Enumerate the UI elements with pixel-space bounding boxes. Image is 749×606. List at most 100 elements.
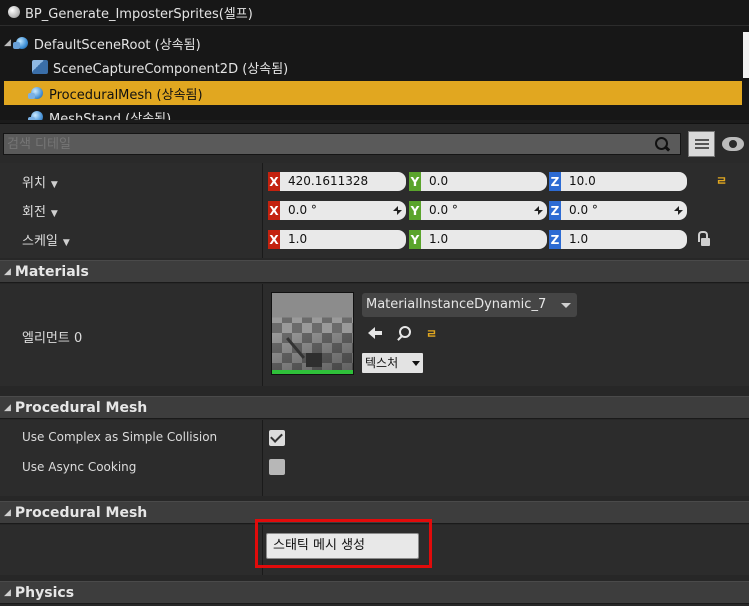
- tree-item-mesh-stand[interactable]: MeshStand (상속됨): [28, 105, 171, 120]
- scale-label-text: 스케일: [22, 234, 58, 249]
- physics-section-header[interactable]: ◢ Physics: [0, 581, 749, 604]
- materials-block: 엘리먼트 0 MaterialInstanceDynamic_7 ㄹ 텍스처: [0, 284, 749, 386]
- scale-y-field[interactable]: 1.0: [421, 230, 547, 249]
- rotation-label[interactable]: 회전 ▼: [22, 201, 58, 220]
- material-thumbnail[interactable]: [271, 292, 354, 375]
- rotation-z[interactable]: Z 0.0 °: [549, 201, 687, 220]
- search-details-input[interactable]: [3, 133, 681, 155]
- scene-capture-icon: [32, 60, 48, 74]
- scale-x-field[interactable]: 1.0: [280, 230, 406, 249]
- tree-item-procedural-mesh[interactable]: ProceduralMesh (상속됨): [4, 81, 742, 105]
- reset-to-default-icon[interactable]: ㄹ: [716, 175, 728, 187]
- collapse-arrow-icon: ◢: [4, 587, 11, 598]
- scene-root-icon: [12, 36, 29, 50]
- materials-section-header[interactable]: ◢ Materials: [0, 260, 749, 283]
- reset-to-default-icon[interactable]: ㄹ: [426, 328, 438, 340]
- lock-icon[interactable]: [697, 231, 711, 247]
- rotation-y[interactable]: Y 0.0 °: [409, 201, 547, 220]
- material-type-bar: [272, 370, 353, 374]
- location-label-text: 위치: [22, 176, 46, 191]
- list-icon-line: [695, 143, 709, 145]
- tree-item-label: MeshStand (상속됨): [49, 111, 172, 121]
- rotation-y-field[interactable]: 0.0 °: [421, 201, 547, 220]
- tree-item-default-scene-root[interactable]: ◢ DefaultSceneRoot (상속됨): [4, 31, 201, 55]
- chevron-down-icon: [412, 361, 420, 366]
- scale-x[interactable]: X 1.0: [268, 230, 406, 249]
- search-icon[interactable]: [653, 135, 673, 155]
- procedural-mesh-icon: [28, 86, 44, 100]
- list-icon-line: [695, 147, 709, 149]
- browse-search-icon[interactable]: [396, 325, 412, 341]
- scale-y[interactable]: Y 1.0: [409, 230, 547, 249]
- tree-item-blueprint-self[interactable]: BP_Generate_ImposterSprites(셀프): [8, 0, 253, 24]
- location-x[interactable]: X 420.1611328: [268, 172, 406, 191]
- axis-x-tag: X: [268, 230, 280, 249]
- location-y-field[interactable]: 0.0: [421, 172, 547, 191]
- axis-x-tag: X: [268, 201, 280, 220]
- rotation-label-text: 회전: [22, 205, 46, 220]
- rotation-z-field[interactable]: 0.0 °: [561, 201, 687, 220]
- use-complex-collision-label: Use Complex as Simple Collision: [22, 430, 218, 444]
- use-async-cooking-checkbox[interactable]: [269, 459, 285, 475]
- collapse-arrow-icon: ◢: [4, 266, 11, 277]
- location-x-field[interactable]: 420.1611328: [280, 172, 406, 191]
- axis-z-tag: Z: [549, 172, 561, 191]
- chevron-down-icon: ▼: [50, 209, 58, 219]
- axis-x-tag: X: [268, 172, 280, 191]
- location-z-field[interactable]: 10.0: [561, 172, 687, 191]
- rotation-x-field[interactable]: 0.0 °: [280, 201, 406, 220]
- tree-scrollbar[interactable]: [743, 32, 749, 78]
- white-sphere-icon: [8, 6, 20, 18]
- procedural-mesh-2-header-text: Procedural Mesh: [14, 504, 148, 521]
- spin-arrows-icon[interactable]: [393, 206, 402, 215]
- collapse-arrow-icon: ◢: [4, 402, 11, 413]
- spin-arrows-icon[interactable]: [674, 206, 683, 215]
- chevron-down-icon: [561, 303, 571, 308]
- axis-z-tag: Z: [549, 230, 561, 249]
- physics-header-text: Physics: [14, 584, 75, 601]
- view-options-button[interactable]: [688, 131, 715, 157]
- chevron-down-icon: ▼: [62, 238, 70, 248]
- use-async-cooking-label: Use Async Cooking: [22, 460, 137, 474]
- tree-item-label: ProceduralMesh (상속됨): [49, 87, 203, 103]
- chevron-down-icon: ▼: [50, 180, 58, 190]
- location-label[interactable]: 위치 ▼: [22, 172, 58, 191]
- tree-item-label: SceneCaptureComponent2D (상속됨): [53, 61, 289, 77]
- column-divider: [262, 284, 263, 386]
- material-name: MaterialInstanceDynamic_7: [366, 297, 547, 312]
- mesh-stand-icon: [28, 110, 44, 120]
- procedural-mesh-header-text: Procedural Mesh: [14, 399, 148, 416]
- axis-y-tag: Y: [409, 201, 421, 220]
- expand-arrow-icon[interactable]: ◢: [4, 38, 11, 48]
- collapse-arrow-icon: ◢: [4, 507, 11, 518]
- transform-block: 위치 ▼ X 420.1611328 Y 0.0 Z 10.0 ㄹ 회전 ▼ X 0…: [0, 163, 749, 258]
- procedural-mesh-block: Use Complex as Simple Collision Use Asyn…: [0, 420, 749, 496]
- scale-label[interactable]: 스케일 ▼: [22, 230, 70, 249]
- texture-button-label: 텍스처: [365, 356, 399, 370]
- tree-item-scene-capture[interactable]: SceneCaptureComponent2D (상속됨): [32, 55, 288, 79]
- axis-y-tag: Y: [409, 230, 421, 249]
- location-y[interactable]: Y 0.0: [409, 172, 547, 191]
- thumbnail-mesh: [306, 353, 322, 367]
- list-icon: [695, 139, 709, 141]
- column-divider: [262, 163, 263, 258]
- material-select[interactable]: MaterialInstanceDynamic_7: [362, 293, 577, 317]
- spin-arrows-icon[interactable]: [534, 206, 543, 215]
- location-z[interactable]: Z 10.0: [549, 172, 687, 191]
- rotation-x[interactable]: X 0.0 °: [268, 201, 406, 220]
- procedural-mesh-section-header[interactable]: ◢ Procedural Mesh: [0, 396, 749, 419]
- scale-z[interactable]: Z 1.0: [549, 230, 687, 249]
- component-tree: BP_Generate_ImposterSprites(셀프) ◢ Defaul…: [0, 0, 749, 120]
- use-selected-arrow-icon[interactable]: [368, 326, 383, 340]
- element-0-label: 엘리먼트 0: [22, 331, 83, 346]
- texture-dropdown-button[interactable]: 텍스처: [362, 353, 423, 373]
- rotation-y-value: 0.0 °: [429, 203, 458, 217]
- materials-header-text: Materials: [14, 263, 89, 280]
- rotation-z-value: 0.0 °: [569, 203, 598, 217]
- scale-z-field[interactable]: 1.0: [561, 230, 687, 249]
- use-complex-collision-checkbox[interactable]: [269, 430, 285, 446]
- tree-divider: [0, 25, 749, 26]
- eye-icon[interactable]: [722, 137, 744, 151]
- tree-item-label: BP_Generate_ImposterSprites(셀프): [25, 6, 253, 22]
- column-divider: [262, 420, 263, 496]
